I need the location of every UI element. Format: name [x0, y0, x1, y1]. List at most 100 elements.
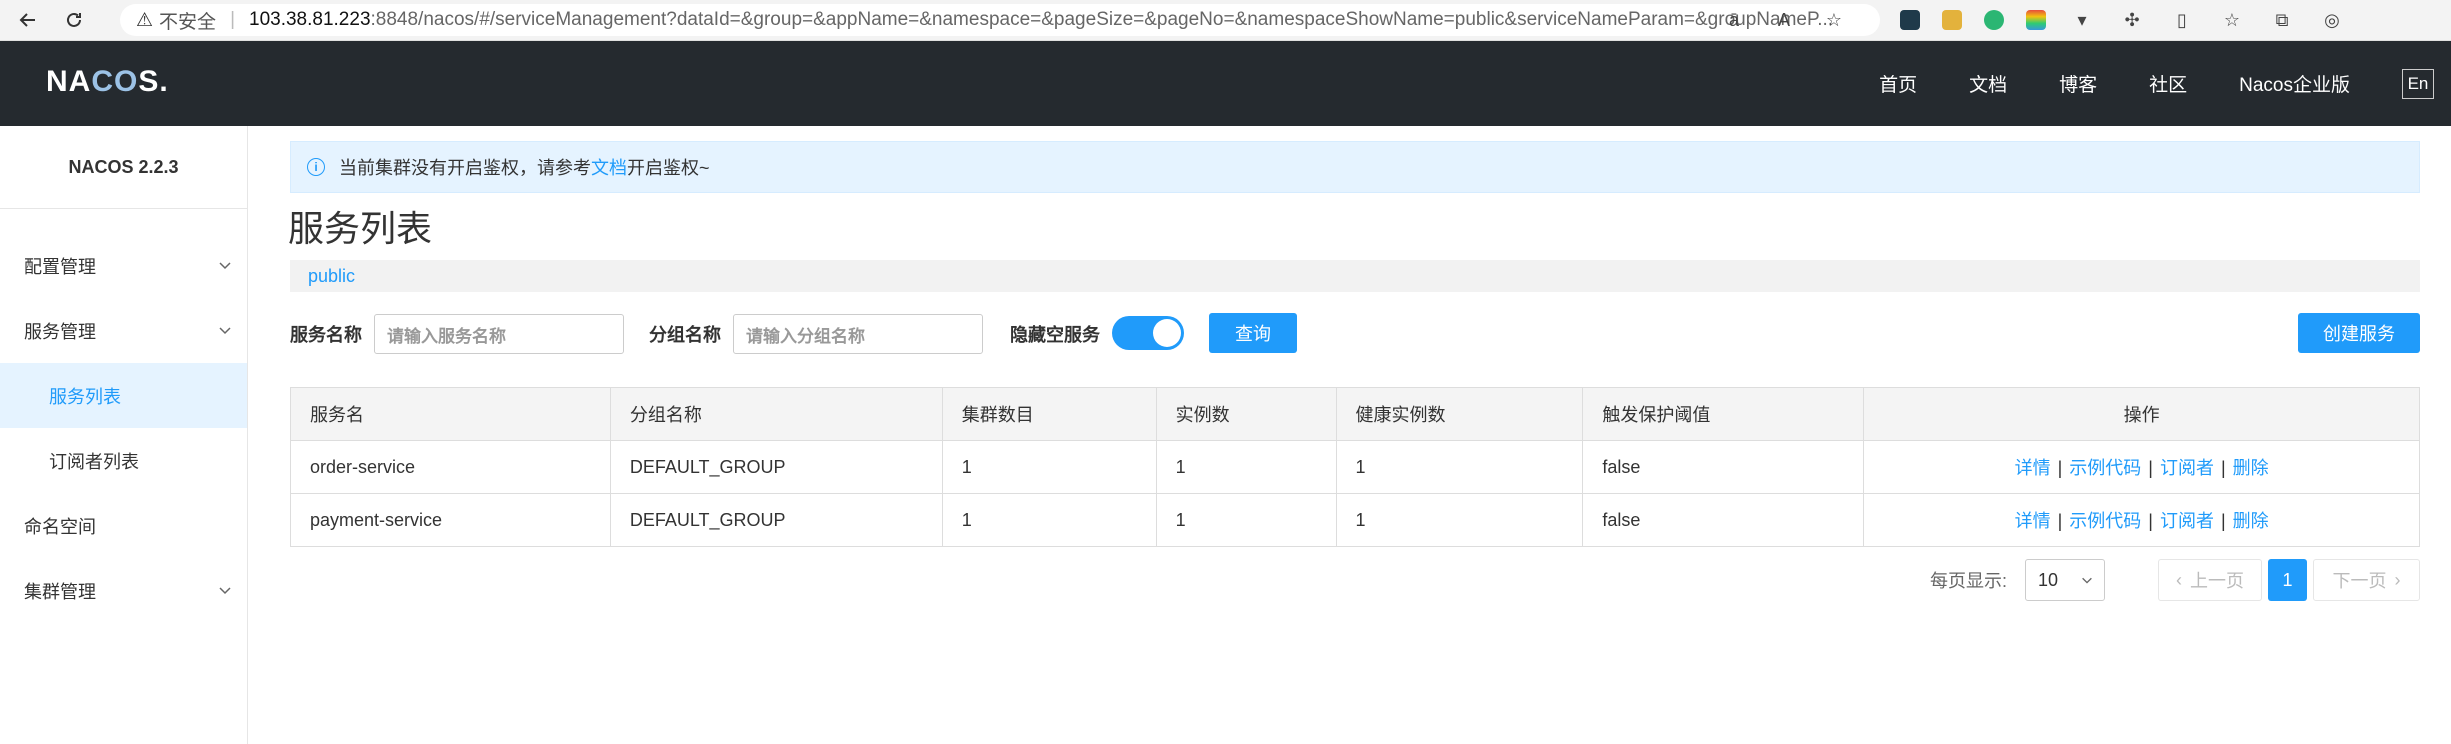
nav-docs[interactable]: 文档	[1969, 70, 2007, 97]
page-size-value: 10	[2038, 569, 2059, 590]
sidebar-item-config-management[interactable]: 配置管理	[0, 233, 247, 298]
current-page-button[interactable]: 1	[2268, 559, 2307, 601]
sidebar-item-service-list[interactable]: 服务列表	[0, 363, 247, 428]
extensions-puzzle-icon[interactable]: ✣	[2118, 6, 2146, 34]
op-separator: |	[2148, 458, 2153, 478]
favorites-icon[interactable]: ☆	[2218, 6, 2246, 34]
extension-icon[interactable]	[1942, 10, 1962, 30]
browser-toolbar: ⚠ 不安全 | 103.38.81.223 :8848/nacos/#/serv…	[0, 0, 2451, 41]
language-switch-button[interactable]: En	[2402, 68, 2434, 99]
extension-v-icon[interactable]: ▾	[2068, 6, 2096, 34]
copilot-icon[interactable]: ◎	[2318, 6, 2346, 34]
cell-protect-threshold: false	[1582, 493, 1865, 547]
page-size-select[interactable]: 10	[2025, 559, 2105, 601]
url-separator: |	[230, 9, 235, 30]
service-name-filter: 服务名称 请输入服务名称	[290, 314, 624, 354]
chevron-left-icon: ‹	[2176, 569, 2182, 590]
extension-icon[interactable]	[1900, 10, 1920, 30]
auth-notice: i 当前集群没有开启鉴权，请参考 文档 开启鉴权~	[290, 141, 2420, 193]
favorite-star-icon[interactable]: ☆	[1820, 6, 1848, 34]
address-bar-actions: ā A ☆	[1720, 6, 1848, 34]
hide-empty-toggle[interactable]	[1112, 316, 1184, 350]
sidebar-item-label: 服务列表	[49, 386, 121, 407]
logo-text-suffix: S.	[138, 65, 169, 98]
sample-code-link[interactable]: 示例代码	[2069, 511, 2141, 531]
url-path: :8848/nacos/#/serviceManagement?dataId=&…	[370, 9, 1834, 30]
cell-instance-count: 1	[1155, 493, 1337, 547]
nav-enterprise[interactable]: Nacos企业版	[2239, 70, 2350, 97]
nav-community[interactable]: 社区	[2149, 70, 2187, 97]
cell-operations: 详情 | 示例代码 | 订阅者 | 删除	[1863, 440, 2420, 494]
extension-icons: ▾ ✣ ▯ ☆ ⧉ ◎	[1900, 6, 2346, 34]
chevron-down-icon	[219, 587, 231, 595]
chevron-down-icon	[219, 327, 231, 335]
cell-healthy-count: 1	[1335, 440, 1584, 494]
extension-icon[interactable]	[2026, 10, 2046, 30]
cell-group-name: DEFAULT_GROUP	[609, 493, 943, 547]
back-icon[interactable]	[10, 2, 46, 38]
op-separator: |	[2057, 511, 2063, 531]
sidebar-item-label: 配置管理	[24, 256, 96, 277]
cell-healthy-count: 1	[1335, 493, 1584, 547]
per-page-label: 每页显示:	[1930, 571, 2008, 591]
address-bar[interactable]: ⚠ 不安全 | 103.38.81.223 :8848/nacos/#/serv…	[120, 4, 1880, 36]
group-name-input[interactable]: 请输入分组名称	[733, 314, 983, 354]
notice-text-end: 开启鉴权~	[627, 158, 710, 178]
sidebar-item-label: 命名空间	[24, 516, 96, 537]
column-header: 触发保护阈值	[1582, 387, 1865, 441]
top-nav: 首页 文档 博客 社区 Nacos企业版 En	[1879, 41, 2451, 126]
toggle-knob	[1153, 319, 1181, 347]
notice-text: 当前集群没有开启鉴权，请参考	[339, 158, 591, 178]
sidebar-item-namespace[interactable]: 命名空间	[0, 493, 247, 558]
service-name-input[interactable]: 请输入服务名称	[374, 314, 624, 354]
chevron-right-icon: ›	[2394, 569, 2401, 590]
subscriber-link[interactable]: 订阅者	[2160, 458, 2214, 478]
split-screen-icon[interactable]: ▯	[2168, 6, 2196, 34]
read-aloud-icon[interactable]: A	[1770, 6, 1798, 34]
op-separator: |	[2220, 458, 2226, 478]
page-title: 服务列表	[288, 208, 433, 249]
group-name-filter: 分组名称 请输入分组名称	[649, 314, 983, 354]
namespace-public[interactable]: public	[308, 266, 355, 287]
collections-icon[interactable]: ⧉	[2268, 6, 2296, 34]
next-label: 下一页	[2332, 571, 2387, 591]
detail-link[interactable]: 详情	[2015, 458, 2051, 478]
table-row: payment-service DEFAULT_GROUP 1 1 1 fals…	[290, 493, 2420, 547]
cell-instance-count: 1	[1155, 440, 1337, 494]
notice-doc-link[interactable]: 文档	[591, 154, 627, 180]
sample-code-link[interactable]: 示例代码	[2069, 458, 2141, 478]
chevron-down-icon	[219, 262, 231, 270]
cell-cluster-count: 1	[941, 440, 1157, 494]
sidebar-item-label: 服务管理	[24, 321, 96, 342]
query-button[interactable]: 查询	[1209, 313, 1297, 353]
create-service-button[interactable]: 创建服务	[2298, 313, 2420, 353]
sidebar-item-service-management[interactable]: 服务管理	[0, 298, 247, 363]
nav-home[interactable]: 首页	[1879, 70, 1917, 97]
nav-blog[interactable]: 博客	[2059, 70, 2097, 97]
reload-icon[interactable]	[56, 2, 92, 38]
sidebar: NACOS 2.2.3 配置管理 服务管理 服务列表 订阅者列表 命名空间 集群…	[0, 126, 248, 744]
op-separator: |	[2220, 511, 2226, 531]
detail-link[interactable]: 详情	[2015, 511, 2051, 531]
cell-group-name: DEFAULT_GROUP	[609, 440, 943, 494]
logo-text-mid: CO	[91, 65, 139, 98]
sidebar-title: NACOS 2.2.3	[0, 126, 247, 209]
service-name-label: 服务名称	[290, 325, 362, 345]
cell-operations: 详情 | 示例代码 | 订阅者 | 删除	[1863, 493, 2420, 547]
next-page-button[interactable]: 下一页 ›	[2313, 559, 2420, 601]
translate-icon[interactable]: ā	[1720, 6, 1748, 34]
sidebar-item-cluster-management[interactable]: 集群管理	[0, 558, 247, 623]
delete-link[interactable]: 删除	[2233, 458, 2269, 478]
cell-service-name: payment-service	[290, 493, 611, 547]
prev-page-button[interactable]: ‹ 上一页	[2158, 559, 2262, 601]
column-header: 实例数	[1155, 387, 1337, 441]
column-header: 操作	[1863, 387, 2420, 441]
sidebar-item-subscriber-list[interactable]: 订阅者列表	[0, 428, 247, 493]
info-icon: i	[307, 158, 325, 176]
nacos-logo[interactable]: NACOS.	[46, 65, 169, 99]
download-extension-icon[interactable]	[1984, 10, 2004, 30]
subscriber-link[interactable]: 订阅者	[2160, 511, 2214, 531]
delete-link[interactable]: 删除	[2233, 511, 2269, 531]
cell-service-name: order-service	[290, 440, 611, 494]
prev-label: 上一页	[2190, 571, 2244, 591]
